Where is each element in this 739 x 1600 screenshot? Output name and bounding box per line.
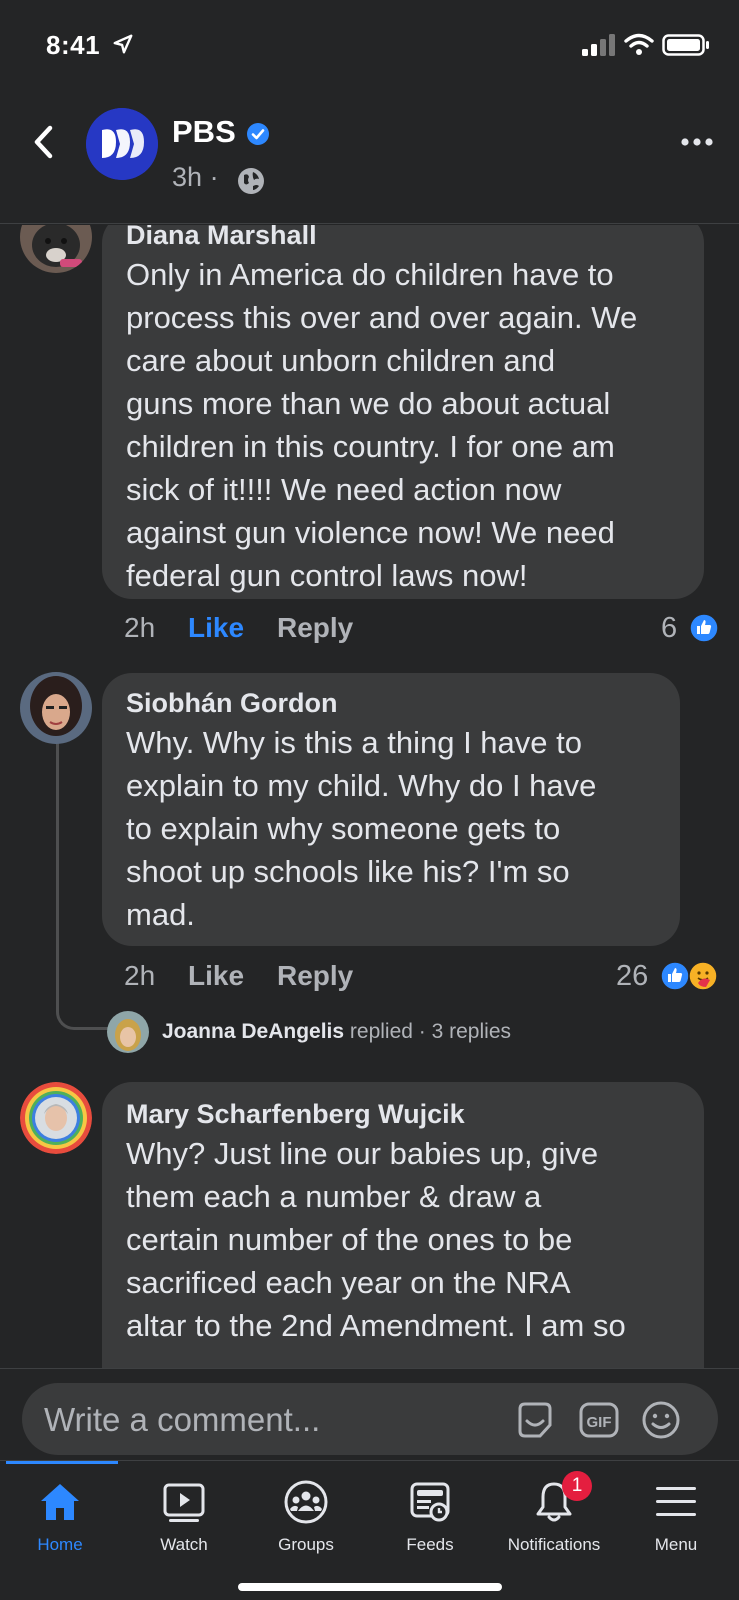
comment-time: 2h [124, 960, 156, 991]
nav-notifications[interactable]: 1 Notifications [494, 1471, 614, 1569]
emoji-icon[interactable] [640, 1399, 682, 1441]
globe-icon [238, 168, 264, 194]
comment-text: Why. Why is this a thing I have to expla… [126, 725, 597, 932]
like-button[interactable]: Like [188, 960, 244, 992]
pbs-logo-avatar[interactable] [86, 108, 158, 180]
status-time: 8:41 [46, 30, 101, 60]
more-options-icon[interactable] [680, 130, 714, 154]
reply-count: · 3 replies [418, 1020, 511, 1043]
gif-icon[interactable]: GIF [578, 1399, 620, 1441]
comment-author[interactable]: Mary Scharfenberg Wujcik [126, 1096, 680, 1132]
location-arrow-icon [113, 34, 133, 54]
feeds-icon [410, 1482, 450, 1522]
back-chevron-icon[interactable] [28, 122, 58, 162]
comment-actions: 2h Like Reply [124, 960, 424, 996]
home-icon [41, 1484, 79, 1520]
comment-text: Only in America do children have to proc… [126, 257, 638, 593]
wifi-icon [624, 33, 654, 55]
nav-feeds[interactable]: Feeds [370, 1479, 490, 1569]
pbs-logo-icon [86, 108, 158, 180]
view-replies-link[interactable]: Joanna DeAngelis replied · 3 replies [162, 1020, 511, 1044]
nav-menu[interactable]: Menu [616, 1479, 736, 1569]
battery-icon [662, 34, 709, 56]
reaction-count[interactable]: 6 [661, 612, 677, 645]
nav-label: Menu [654, 1535, 698, 1554]
comment-text: Why? Just line our babies up, give them … [126, 1136, 626, 1343]
nav-label: Notifications [507, 1535, 601, 1554]
comment-bubble: Diana Marshall Only in America do childr… [102, 225, 704, 599]
comment-composer: Write a comment... GIF [0, 1368, 739, 1460]
status-bar: 8:41 [0, 0, 739, 92]
reaction-count[interactable]: 26 [616, 960, 648, 993]
comment-actions: 2h Like Reply [124, 612, 424, 648]
reply-action: replied [349, 1020, 413, 1043]
svg-text:GIF: GIF [587, 1414, 612, 1431]
notification-badge: 1 [562, 1471, 592, 1501]
page-name[interactable]: PBS [172, 114, 236, 150]
like-reaction-icon [660, 961, 690, 991]
comments-list: Diana Marshall Only in America do childr… [0, 225, 739, 1368]
dog-photo-icon [20, 225, 92, 273]
like-button[interactable]: Like [188, 612, 244, 644]
avatar[interactable] [20, 1082, 92, 1154]
sticker-icon[interactable] [514, 1399, 556, 1441]
meta-dot: · [209, 162, 219, 192]
post-time: 3h [172, 162, 203, 192]
home-indicator[interactable] [238, 1583, 502, 1591]
verified-badge-icon [247, 123, 269, 145]
comment-bubble: Mary Scharfenberg Wujcik Why? Just line … [102, 1082, 704, 1368]
nav-label: Home [37, 1535, 83, 1554]
comment-placeholder: Write a comment... [44, 1401, 321, 1438]
menu-icon [656, 1487, 696, 1516]
bottom-navigation: Home Watch Groups Feeds 1 Notifications … [0, 1460, 739, 1600]
watch-icon [163, 1483, 205, 1522]
nav-watch[interactable]: Watch [124, 1479, 244, 1569]
avatar[interactable] [20, 672, 92, 744]
avatar[interactable] [107, 1011, 149, 1053]
active-tab-indicator [6, 1461, 118, 1464]
reply-author: Joanna DeAngelis [162, 1020, 345, 1043]
reply-button[interactable]: Reply [277, 612, 353, 644]
profile-photo-icon [20, 1082, 92, 1154]
avatar[interactable] [20, 225, 92, 273]
profile-photo-icon [20, 672, 92, 744]
post-header: PBS 3h · [0, 92, 739, 224]
like-reaction-icon [689, 613, 719, 643]
nav-label: Groups [278, 1535, 334, 1554]
comment-bubble: Siobhán Gordon Why. Why is this a thing … [102, 673, 680, 946]
comment-author[interactable]: Diana Marshall [126, 225, 680, 253]
nav-groups[interactable]: Groups [246, 1479, 366, 1569]
reply-button[interactable]: Reply [277, 960, 353, 992]
comment-author[interactable]: Siobhán Gordon [126, 685, 656, 721]
cellular-signal-icon [582, 34, 615, 56]
comment-time: 2h [124, 612, 156, 643]
profile-photo-icon [107, 1011, 149, 1053]
nav-label: Watch [160, 1535, 208, 1554]
comment-input[interactable]: Write a comment... GIF [22, 1383, 718, 1455]
care-reaction-icon [688, 961, 718, 991]
nav-home[interactable]: Home [0, 1479, 120, 1569]
post-meta: 3h · [172, 162, 219, 193]
nav-label: Feeds [406, 1535, 454, 1554]
groups-icon [284, 1480, 328, 1524]
